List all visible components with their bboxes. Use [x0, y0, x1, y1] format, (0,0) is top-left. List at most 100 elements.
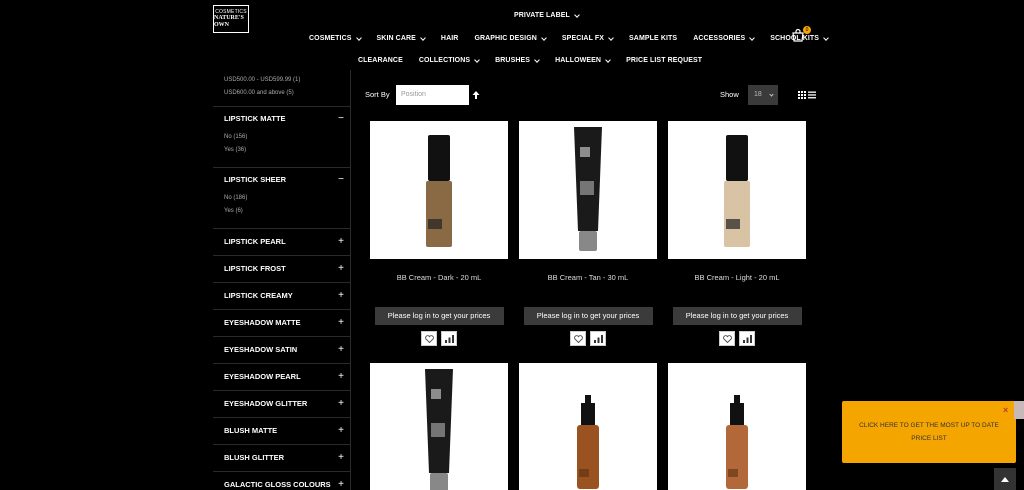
sort-direction-arrow-icon[interactable] — [472, 90, 480, 100]
chevron-down-icon — [420, 34, 426, 41]
filter-option[interactable]: No (156) — [213, 131, 350, 144]
filter-group-toggle[interactable]: LIPSTICK CREAMY + — [213, 283, 350, 309]
filter-option[interactable]: No (186) — [213, 192, 350, 205]
login-for-price-button[interactable]: Please log in to get your prices — [523, 307, 653, 325]
filter-group-title: BLUSH GLITTER — [224, 453, 284, 462]
price-list-promo[interactable]: CLICK HERE TO GET THE MOST UP TO DATE PR… — [842, 401, 1016, 463]
filter-option[interactable]: Yes (36) — [213, 144, 350, 157]
show-label: Show — [720, 90, 739, 99]
nav-item[interactable]: HAIR — [441, 35, 459, 42]
price-filter-option[interactable]: USD500.00 - USD599.99 (1) — [213, 74, 350, 87]
private-label-nav[interactable]: PRIVATE LABEL — [514, 11, 580, 19]
filter-group: EYESHADOW PEARL + — [213, 363, 350, 390]
expand-icon: + — [338, 425, 344, 436]
wishlist-button[interactable] — [421, 331, 437, 346]
nav-item[interactable]: BRUSHES — [495, 56, 540, 64]
compare-button[interactable] — [739, 331, 755, 346]
logo-brand-text: NATURE'S OWN — [214, 15, 244, 28]
nav-item-label: SKIN CARE — [376, 35, 416, 42]
product-card[interactable] — [519, 363, 657, 490]
filter-group-toggle[interactable]: LIPSTICK FROST + — [213, 256, 350, 282]
filter-group-toggle[interactable]: BLUSH GLITTER + — [213, 445, 350, 471]
nav-item[interactable]: COSMETICS — [309, 34, 362, 42]
expand-icon: + — [338, 479, 344, 490]
compare-button[interactable] — [590, 331, 606, 346]
filter-option[interactable]: Yes (6) — [213, 205, 350, 218]
promo-close-button[interactable]: × — [1003, 405, 1008, 415]
nav-private-label[interactable]: PRIVATE LABEL — [514, 12, 570, 19]
nav-item[interactable]: SKIN CARE — [376, 34, 426, 42]
product-image[interactable] — [519, 363, 657, 490]
cart-count-badge: 0 — [803, 26, 811, 34]
filter-group-toggle[interactable]: EYESHADOW SATIN + — [213, 337, 350, 363]
filter-group: BLUSH MATTE + — [213, 417, 350, 444]
product-image[interactable] — [668, 121, 806, 259]
filter-group: LIPSTICK PEARL + — [213, 228, 350, 255]
nav-item[interactable]: SPECIAL FX — [562, 34, 614, 42]
product-image[interactable] — [668, 363, 806, 490]
product-name[interactable]: BB Cream - Light - 20 mL — [668, 273, 806, 285]
filter-group-toggle[interactable]: GALACTIC GLOSS COLOURS + — [213, 472, 350, 490]
filter-group-toggle[interactable]: EYESHADOW GLITTER + — [213, 391, 350, 417]
collapse-icon: − — [338, 113, 344, 124]
filter-group: LIPSTICK FROST + — [213, 255, 350, 282]
product-name[interactable]: BB Cream - Dark - 20 mL — [370, 273, 508, 285]
product-image[interactable] — [519, 121, 657, 259]
nav-item[interactable]: HALLOWEEN — [555, 56, 611, 64]
heart-icon — [424, 334, 434, 343]
filter-group-title: LIPSTICK PEARL — [224, 237, 286, 246]
product-dropper-bottle-image — [577, 395, 599, 489]
nav-item[interactable]: SAMPLE KITS — [629, 35, 677, 42]
compare-button[interactable] — [441, 331, 457, 346]
nav-item[interactable]: PRICE LIST REQUEST — [626, 57, 702, 64]
wishlist-button[interactable] — [719, 331, 735, 346]
limiter-value: 18 — [754, 91, 762, 98]
product-image[interactable] — [370, 121, 508, 259]
brand-logo[interactable]: COSMETICS NATURE'S OWN — [213, 5, 249, 33]
filter-group-toggle[interactable]: EYESHADOW PEARL + — [213, 364, 350, 390]
expand-icon: + — [338, 317, 344, 328]
sort-select[interactable]: Position — [396, 85, 469, 105]
nav-item[interactable]: CLEARANCE — [358, 57, 403, 64]
filter-group-toggle[interactable]: LIPSTICK MATTE − — [213, 107, 350, 131]
price-filter-option[interactable]: USD600.00 and above (5) — [213, 87, 350, 100]
nav-item-label: COLLECTIONS — [418, 57, 471, 64]
login-for-price-button[interactable]: Please log in to get your prices — [672, 307, 802, 325]
filter-group: EYESHADOW GLITTER + — [213, 390, 350, 417]
nav-item[interactable]: COLLECTIONS — [418, 56, 480, 64]
chevron-down-icon — [769, 92, 774, 97]
product-card[interactable]: BB Cream - Tan - 30 mL Please log in to g… — [519, 121, 657, 346]
bar-chart-icon — [742, 334, 752, 343]
filter-group: LIPSTICK CREAMY + — [213, 282, 350, 309]
filter-group: BLUSH GLITTER + — [213, 444, 350, 471]
login-for-price-button[interactable]: Please log in to get your prices — [374, 307, 504, 325]
filter-group-title: LIPSTICK FROST — [224, 264, 286, 273]
product-card[interactable]: BB Cream - Dark - 20 mL Please log in to … — [370, 121, 508, 346]
nav-item-label: ACCESSORIES — [693, 35, 746, 42]
product-card[interactable] — [668, 363, 806, 490]
wishlist-button[interactable] — [570, 331, 586, 346]
nav-item[interactable]: ACCESSORIES — [693, 34, 756, 42]
filter-group-toggle[interactable]: LIPSTICK SHEER − — [213, 168, 350, 192]
product-card[interactable]: BB Cream - Light - 20 mL Please log in to… — [668, 121, 806, 346]
promo-tab[interactable] — [1014, 401, 1024, 419]
nav-item-label: HALLOWEEN — [555, 57, 602, 64]
limiter-select[interactable]: 18 — [748, 85, 778, 105]
scroll-to-top-button[interactable] — [994, 468, 1016, 490]
filter-group-title: EYESHADOW PEARL — [224, 372, 301, 381]
filter-group-toggle[interactable]: EYESHADOW MATTE + — [213, 310, 350, 336]
filter-group-toggle[interactable]: BLUSH MATTE + — [213, 418, 350, 444]
nav-item[interactable]: GRAPHIC DESIGN — [474, 34, 547, 42]
grid-view-icon[interactable] — [798, 91, 806, 99]
main-nav-row-2: CLEARANCE COLLECTIONS BRUSHES HALLOWEEN PRIC… — [358, 56, 702, 64]
filter-group-title: BLUSH MATTE — [224, 426, 278, 435]
product-image[interactable] — [370, 363, 508, 490]
bar-chart-icon — [593, 334, 603, 343]
product-actions — [668, 331, 806, 346]
nav-item-label: GRAPHIC DESIGN — [474, 35, 537, 42]
product-name[interactable]: BB Cream - Tan - 30 mL — [519, 273, 657, 285]
product-card[interactable] — [370, 363, 508, 490]
list-view-icon[interactable] — [808, 91, 816, 99]
filter-group-toggle[interactable]: LIPSTICK PEARL + — [213, 229, 350, 255]
expand-icon: + — [338, 263, 344, 274]
